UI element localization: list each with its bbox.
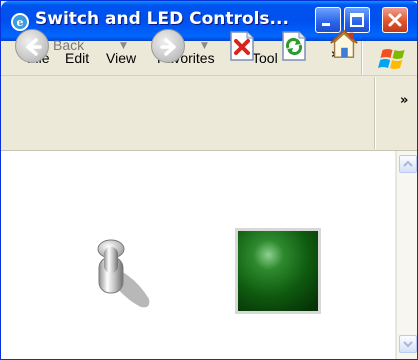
browser-window: e Switch and LED Controls... File Edit V… xyxy=(0,0,418,360)
menu-view[interactable]: View xyxy=(106,50,136,66)
windows-logo-icon xyxy=(378,49,405,69)
toolbar-divider xyxy=(374,77,376,149)
page-content xyxy=(1,151,395,359)
scroll-down-arrow-icon xyxy=(403,341,413,348)
back-dropdown-arrow-icon[interactable]: ▼ xyxy=(120,41,127,51)
home-icon[interactable] xyxy=(327,27,361,61)
scroll-down-button[interactable] xyxy=(399,335,417,353)
back-button[interactable] xyxy=(15,29,49,63)
back-label[interactable]: Back xyxy=(53,37,84,53)
forward-button[interactable] xyxy=(151,29,185,63)
toggle-switch[interactable] xyxy=(91,237,159,315)
forward-dropdown-arrow-icon[interactable]: ▼ xyxy=(201,41,208,51)
scroll-up-button[interactable] xyxy=(399,155,417,173)
back-arrow-icon xyxy=(26,38,42,56)
standard-toolbar xyxy=(1,76,417,151)
svg-text:e: e xyxy=(17,16,24,29)
led-indicator xyxy=(235,228,321,314)
toolbar-overflow-chevron-icon[interactable]: » xyxy=(400,93,408,108)
vertical-scrollbar[interactable] xyxy=(396,151,417,359)
stop-icon[interactable] xyxy=(225,29,259,63)
refresh-icon[interactable] xyxy=(277,29,311,63)
menu-divider xyxy=(361,41,363,75)
forward-arrow-icon xyxy=(160,38,176,56)
scroll-up-arrow-icon xyxy=(403,160,413,167)
window-title: Switch and LED Controls... xyxy=(35,9,289,29)
close-button[interactable] xyxy=(382,7,408,33)
close-icon xyxy=(388,13,402,27)
